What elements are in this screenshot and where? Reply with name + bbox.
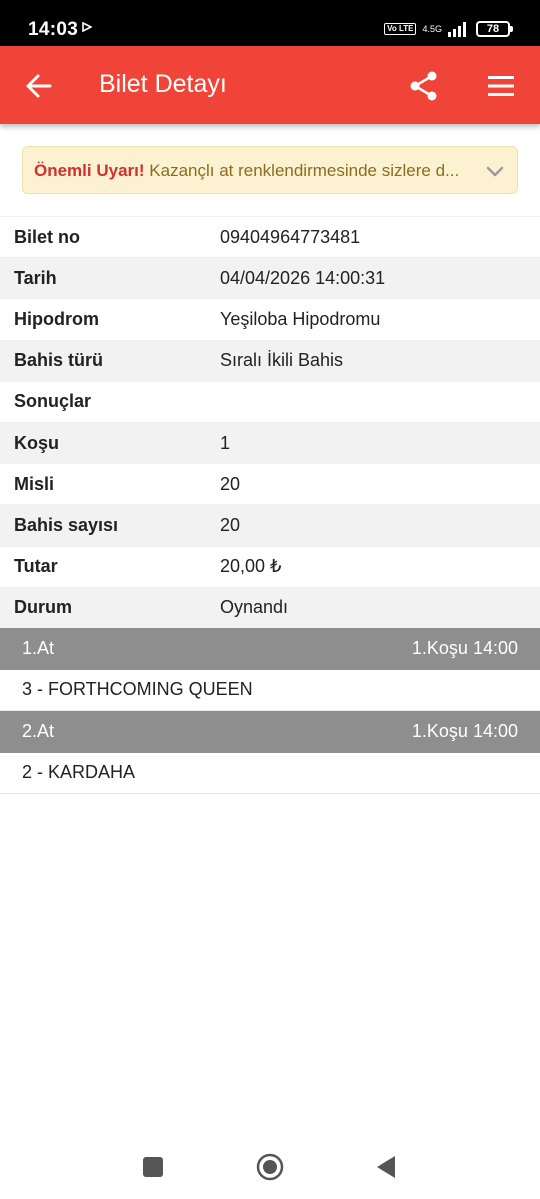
page-title: Bilet Detayı xyxy=(99,70,227,98)
app-bar: Bilet Detayı xyxy=(0,46,540,124)
hamburger-menu-icon[interactable] xyxy=(487,74,515,98)
horse-item: 3 - FORTHCOMING QUEEN xyxy=(0,669,540,711)
nav-back-button[interactable] xyxy=(375,1154,397,1180)
volte-indicator: Vo LTE xyxy=(384,23,417,35)
detail-value: Yeşiloba Hipodromu xyxy=(220,308,381,329)
system-nav-bar xyxy=(0,1134,540,1199)
detail-label: Misli xyxy=(14,473,55,494)
detail-label: Hipodrom xyxy=(14,308,99,329)
warning-message: Kazançlı at renklendirmesinde sizlere d.… xyxy=(144,161,460,180)
detail-value: 20 xyxy=(220,514,241,535)
detail-label: Koşu xyxy=(14,432,59,453)
play-notification-icon xyxy=(82,22,92,32)
detail-row-hippodrome: Hipodrom Yeşiloba Hipodromu xyxy=(0,298,540,339)
selected-horses: 1.At 1.Koşu 14:00 3 - FORTHCOMING QUEEN … xyxy=(0,628,540,794)
detail-label: Bahis sayısı xyxy=(14,514,119,535)
recents-button[interactable] xyxy=(143,1157,163,1177)
detail-value: Sıralı İkili Bahis xyxy=(220,350,344,371)
horse-section-header: 2.At 1.Koşu 14:00 xyxy=(0,711,540,753)
detail-value: 04/04/2026 14:00:31 xyxy=(220,267,386,288)
detail-value: 09404964773481 xyxy=(220,226,361,247)
detail-row-multiplier: Misli 20 xyxy=(0,463,540,504)
signal-icon xyxy=(448,22,466,37)
detail-label: Sonuçlar xyxy=(14,391,92,412)
status-bar: 14:03 Vo LTE 4.5G 78 xyxy=(0,0,540,46)
horse-position-label: 2.At xyxy=(22,721,55,742)
detail-value: 1 xyxy=(220,432,231,453)
arrow-left-icon[interactable] xyxy=(24,71,54,101)
detail-value: 20 xyxy=(220,473,241,494)
chevron-down-icon[interactable] xyxy=(485,161,505,181)
detail-row-bet-count: Bahis sayısı 20 xyxy=(0,504,540,546)
detail-label: Bilet no xyxy=(14,226,80,247)
race-time-label: 1.Koşu 14:00 xyxy=(411,721,518,742)
horse-item: 2 - KARDAHA xyxy=(0,752,540,794)
detail-row-bet-type: Bahis türü Sıralı İkili Bahis xyxy=(0,339,540,381)
share-icon[interactable] xyxy=(408,70,440,102)
detail-label: Tarih xyxy=(14,267,57,288)
home-button[interactable] xyxy=(256,1153,284,1181)
status-icons: Vo LTE 4.5G 78 xyxy=(384,19,513,39)
detail-row-race: Koşu 1 xyxy=(0,421,540,464)
status-time: 14:03 xyxy=(28,19,79,40)
detail-row-amount: Tutar 20,00 ₺ xyxy=(0,545,540,587)
detail-label: Durum xyxy=(14,597,72,618)
battery-indicator: 78 xyxy=(476,21,513,37)
detail-row-date: Tarih 04/04/2026 14:00:31 xyxy=(0,257,540,299)
ticket-details-table: Bilet no 09404964773481 Tarih 04/04/2026… xyxy=(0,216,540,628)
race-time-label: 1.Koşu 14:00 xyxy=(411,638,518,659)
warning-text: Önemli Uyarı! Kazançlı at renklendirmesi… xyxy=(34,161,474,181)
important-warning-banner[interactable]: Önemli Uyarı! Kazançlı at renklendirmesi… xyxy=(22,146,518,194)
detail-label: Tutar xyxy=(14,556,58,577)
horse-section-header: 1.At 1.Koşu 14:00 xyxy=(0,628,540,670)
detail-row-ticket-no: Bilet no 09404964773481 xyxy=(0,216,540,257)
network-type: 4.5G xyxy=(422,23,442,34)
horse-position-label: 1.At xyxy=(22,638,55,659)
detail-row-results: Sonuçlar xyxy=(0,380,540,422)
detail-row-status: Durum Oynandı xyxy=(0,586,540,628)
detail-value: Oynandı xyxy=(220,597,289,618)
detail-label: Bahis türü xyxy=(14,350,104,371)
warning-title: Önemli Uyarı! xyxy=(34,161,145,180)
detail-value: 20,00 ₺ xyxy=(220,556,282,577)
